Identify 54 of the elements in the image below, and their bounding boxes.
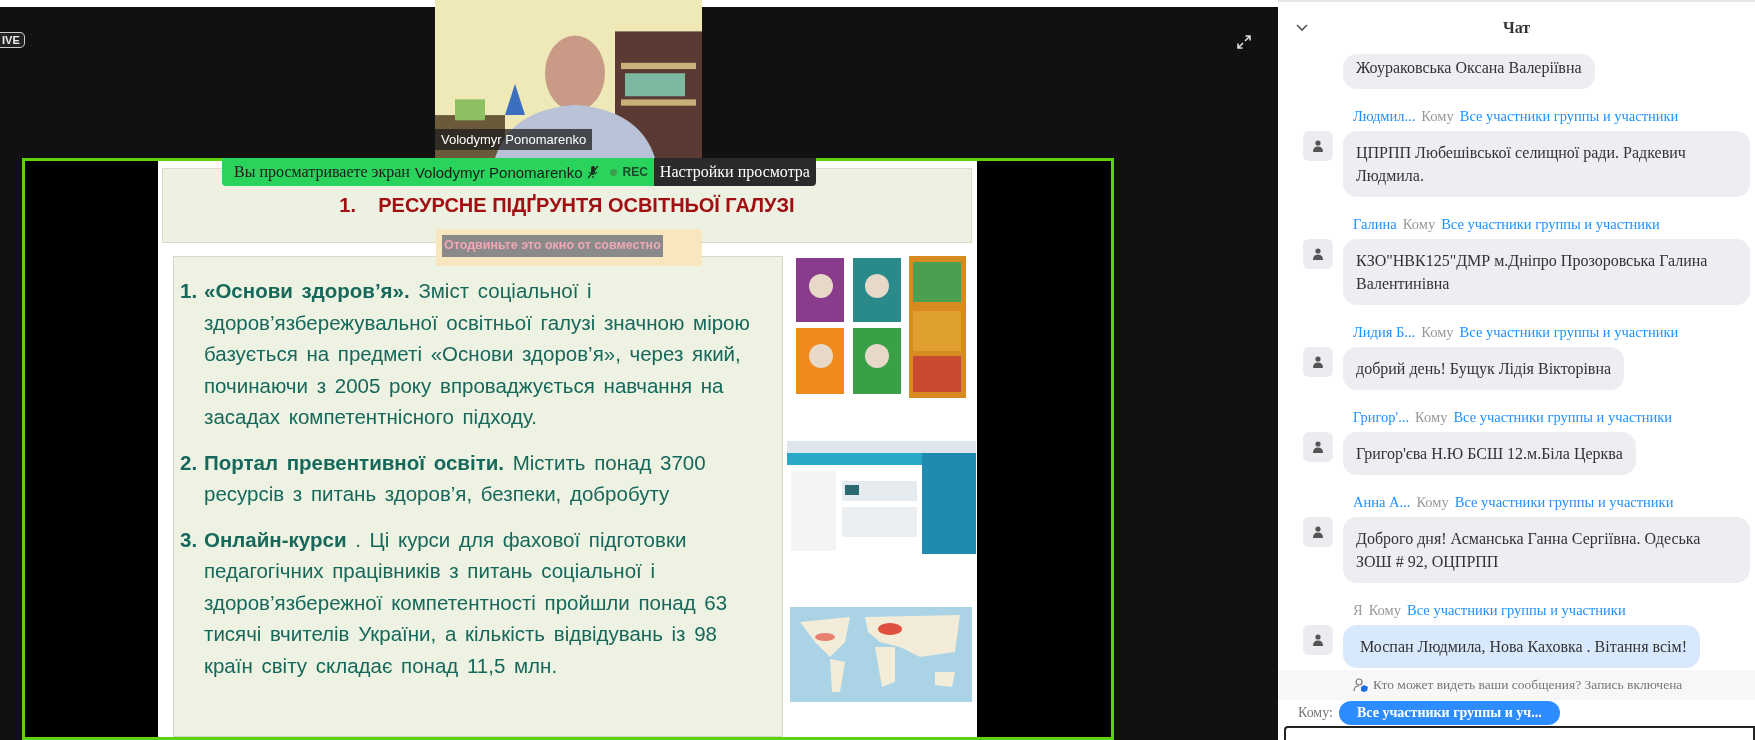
recording-dot-icon <box>610 168 618 176</box>
recipients-link[interactable]: Все участники группы и участники <box>1407 602 1626 619</box>
item-text: «Основи здоров’я». Зміст соціальної і здоров’язбережувальної освітньої галузі значною мірою базується на предметі «Основи здоров’я», через який, починаючи з 2005 року впроваджується навчання на засадах компетентнісного підходу. <box>204 278 751 430</box>
participant-name: Volodymyr Ponomarenko <box>435 129 593 150</box>
item-number: 2. <box>180 449 199 476</box>
presenter-name: Volodymyr Ponomarenko <box>414 163 583 181</box>
item-number: 3. <box>180 526 199 553</box>
muted-microphone-icon <box>587 165 600 179</box>
recording-label: REC <box>622 165 648 179</box>
to-label: Кому <box>1415 409 1448 426</box>
message-bubble: КЗО"НВК125"ДМР м.Дніпро Прозоровська Галина Валентинівна <box>1343 239 1750 305</box>
people-shield-icon <box>1353 677 1369 693</box>
message-bubble: Моспан Людмила, Нова Каховка . Вітання всім! <box>1343 625 1700 668</box>
item-text: Онлайн-курси . Ці курси для фахової підготовки педагогічних працівників з питань соціальної і здоров’язбережної компетентності пройшли понад 63 тисячі вчителів України, а кількість відвідувань із 98 країн світу складає понад 11,5 млн. <box>204 526 729 679</box>
avatar-icon <box>1303 625 1333 655</box>
avatar-icon <box>1303 517 1333 547</box>
chat-title: Чат <box>1502 19 1531 37</box>
to-label: Кому <box>1421 324 1454 341</box>
recipients-link[interactable]: Все участники группы и участники <box>1453 409 1673 426</box>
to-label: Кому <box>1402 216 1436 233</box>
sender-name: Лидия Б... <box>1353 324 1416 341</box>
recipient-button[interactable]: Все участники группы и уч... <box>1338 701 1560 725</box>
sender-name: Людмил... <box>1353 108 1416 125</box>
collapse-chevron-icon[interactable] <box>1296 24 1308 32</box>
message-bubble: Жоураковська Оксана Валеріївна <box>1343 54 1595 89</box>
message-bubble: ЦПРПП Любешівської селищної ради. Радкевич Людмила. <box>1343 131 1750 197</box>
message-bubble: Доброго дня! Асманська Ганна Сергіївна. Одеська ЗОШ # 92, ОЦПРПП <box>1343 517 1750 583</box>
floating-window-text: Отодвиньте это окно от совместно <box>442 235 663 257</box>
to-label: Кому <box>1416 494 1449 511</box>
message-bubble: Григор'єва Н.Ю БСШ 12.м.Біла Церква <box>1343 432 1636 475</box>
banner-text: Вы просматриваете экран <box>234 163 410 181</box>
message-bubble: добрий день! Бущук Лідія Вікторівна <box>1343 347 1625 390</box>
item-number: 1. <box>180 278 199 304</box>
avatar-icon <box>1303 347 1333 377</box>
expand-icon[interactable] <box>1236 34 1252 50</box>
sender-name: Галина <box>1353 216 1397 233</box>
slide-title: 1. РЕСУРСНЕ ПІДҐРУНТЯ ОСВІТНЬОЇ ГАЛУЗІ <box>339 194 795 217</box>
sender-name: Григор'... <box>1353 409 1410 426</box>
item-text: Портал превентивної освіти. Містить понад 3700 ресурсів з питань здоров’я, безпеки, добробуту <box>204 449 707 507</box>
to-label: Кому <box>1368 602 1402 619</box>
avatar-icon <box>1303 239 1333 269</box>
recipients-link[interactable]: Все участники группы и участники <box>1459 324 1679 341</box>
recipient-label: Кому: <box>1298 705 1333 721</box>
sender-name: Я <box>1353 602 1363 619</box>
recipients-link[interactable]: Все участники группы и участники <box>1441 216 1660 233</box>
avatar-icon <box>1303 131 1333 161</box>
recipients-link[interactable]: Все участники группы и участники <box>1459 108 1679 125</box>
live-badge: IVE <box>0 32 25 48</box>
to-label: Кому <box>1421 108 1454 125</box>
recipients-link[interactable]: Все участники группы и участники <box>1454 494 1674 511</box>
message-input-field[interactable] <box>1284 726 1755 740</box>
sender-name: Анна А... <box>1353 494 1411 511</box>
avatar-icon <box>1303 432 1333 462</box>
view-settings-button[interactable]: Настройки просмотра <box>653 158 816 186</box>
